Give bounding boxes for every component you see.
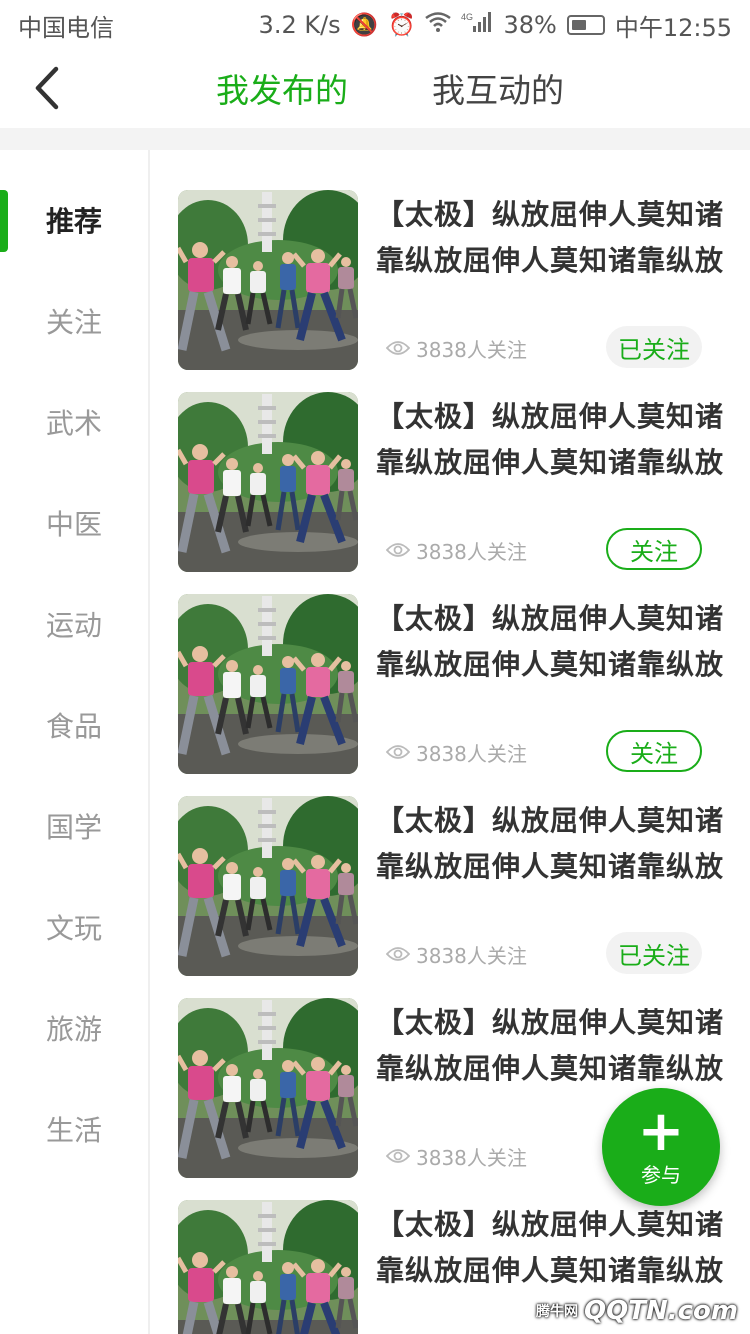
sidebar-item-chinese-medicine[interactable]: 中医	[0, 493, 148, 553]
alarm-icon: ⏰	[388, 12, 416, 38]
svg-text:4G: 4G	[461, 12, 473, 22]
thumbnail-image	[178, 594, 358, 774]
section-divider	[0, 128, 750, 150]
status-bar: 中国电信 3.2 K/s 🔕 ⏰ 4G 38% 中午12:55	[0, 0, 750, 50]
sidebar-item-life[interactable]: 生活	[0, 1099, 148, 1159]
site-watermark: 腾牛网 QQTN.com	[536, 1296, 738, 1326]
carrier-label: 中国电信	[18, 13, 114, 42]
signal-icon: 4G	[461, 11, 493, 39]
wifi-icon	[425, 12, 452, 38]
participate-fab[interactable]: + 参与	[602, 1088, 720, 1206]
thumbnail-image	[178, 998, 358, 1178]
sidebar-item-antiques[interactable]: 文玩	[0, 897, 148, 957]
list-item[interactable]: 【太极】纵放屈伸人莫知诸靠纵放屈伸人莫知诸靠纵放 3838人关注 已关注	[150, 150, 750, 370]
watermark-sub: 腾牛网	[536, 1304, 579, 1320]
list-item[interactable]: 【太极】纵放屈伸人莫知诸靠纵放屈伸人莫知诸靠纵放 3838人关注 关注	[150, 352, 750, 572]
tab-my-posts[interactable]: 我发布的	[216, 64, 348, 112]
sidebar-item-travel[interactable]: 旅游	[0, 998, 148, 1058]
sidebar-item-food[interactable]: 食品	[0, 695, 148, 755]
plus-icon: +	[637, 1098, 685, 1164]
item-title: 【太极】纵放屈伸人莫知诸靠纵放屈伸人莫知诸靠纵放	[376, 1006, 725, 1085]
nav-bar: 我发布的 我互动的	[0, 50, 750, 128]
back-button[interactable]	[22, 58, 72, 118]
sidebar-item-sports[interactable]: 运动	[0, 594, 148, 654]
sidebar-item-classics[interactable]: 国学	[0, 796, 148, 856]
item-title: 【太极】纵放屈伸人莫知诸靠纵放屈伸人莫知诸靠纵放	[376, 1208, 725, 1287]
tab-my-interactions[interactable]: 我互动的	[432, 64, 564, 112]
watermark-text: QQTN.com	[584, 1296, 738, 1326]
clock: 中午12:55	[614, 13, 732, 42]
sidebar-item-recommend[interactable]: 推荐	[0, 190, 148, 250]
list-item[interactable]: 【太极】纵放屈伸人莫知诸靠纵放屈伸人莫知诸靠纵放 3838人关注 已关注	[150, 756, 750, 976]
network-speed: 3.2 K/s	[258, 11, 341, 39]
fab-label: 参与	[641, 1162, 681, 1187]
thumbnail-image	[178, 190, 358, 370]
item-title: 【太极】纵放屈伸人莫知诸靠纵放屈伸人莫知诸靠纵放	[376, 804, 725, 883]
sidebar-item-following[interactable]: 关注	[0, 291, 148, 351]
battery-icon	[566, 15, 605, 35]
thumbnail-image	[178, 1200, 358, 1334]
item-title: 【太极】纵放屈伸人莫知诸靠纵放屈伸人莫知诸靠纵放	[376, 198, 725, 277]
category-sidebar: 推荐 关注 武术 中医 运动 食品 国学 文玩 旅游 生活	[0, 150, 150, 1334]
item-title: 【太极】纵放屈伸人莫知诸靠纵放屈伸人莫知诸靠纵放	[376, 400, 725, 479]
item-title: 【太极】纵放屈伸人莫知诸靠纵放屈伸人莫知诸靠纵放	[376, 602, 725, 681]
list-item[interactable]: 【太极】纵放屈伸人莫知诸靠纵放屈伸人莫知诸靠纵放 3838人关注 关注	[150, 554, 750, 774]
chevron-left-icon	[35, 66, 59, 110]
thumbnail-image	[178, 796, 358, 976]
mute-icon: 🔕	[350, 12, 379, 38]
thumbnail-image	[178, 392, 358, 572]
sidebar-item-martial-arts[interactable]: 武术	[0, 392, 148, 452]
status-icons: 3.2 K/s 🔕 ⏰ 4G 38% 中午12:55	[259, 8, 732, 43]
battery-percent: 38%	[503, 11, 557, 39]
